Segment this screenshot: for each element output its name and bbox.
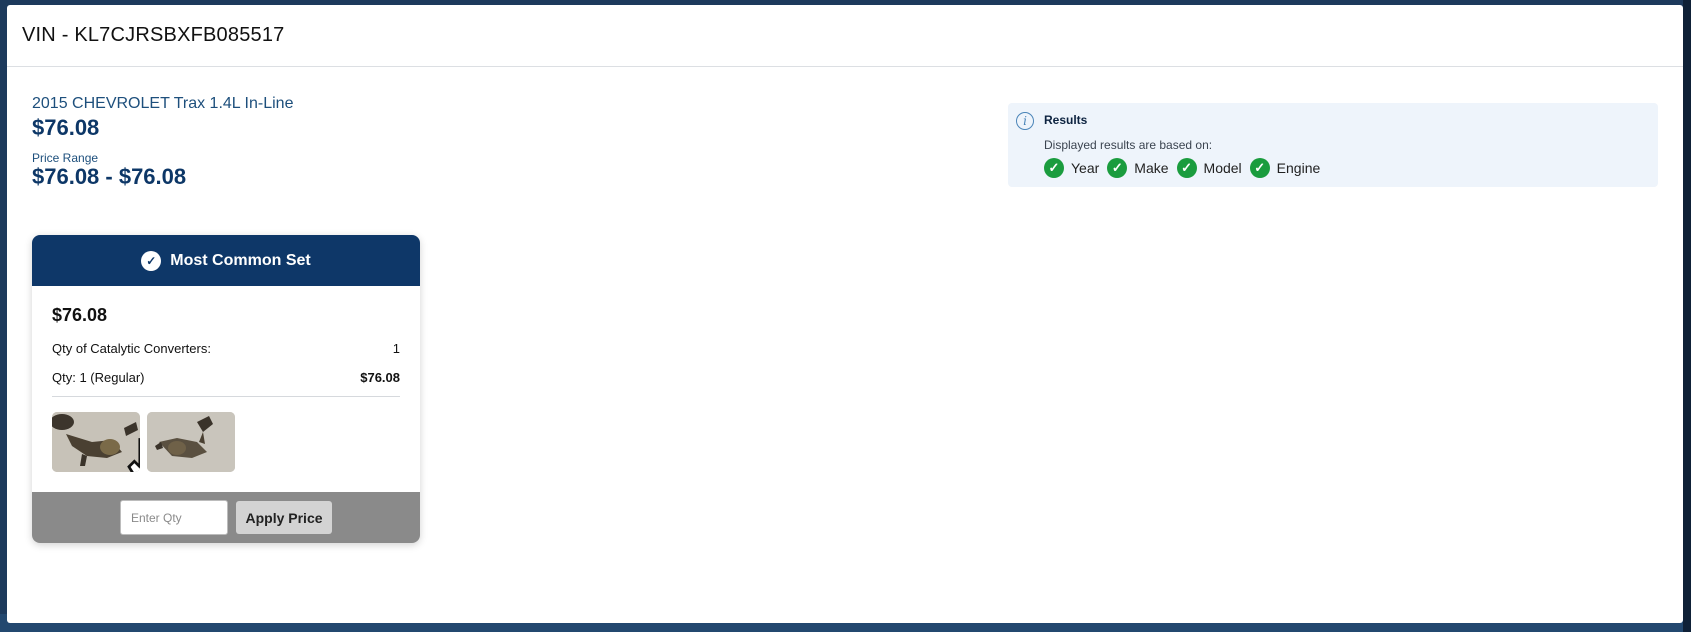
catalytic-converter-photo-2 <box>147 412 235 472</box>
check-icon: ✓ <box>1044 158 1064 178</box>
criterion-make: ✓ Make <box>1107 158 1169 178</box>
criterion-label: Model <box>1203 160 1242 176</box>
price-range-label: Price Range <box>32 151 99 165</box>
card-header: ✓ Most Common Set <box>32 235 420 286</box>
check-icon: ✓ <box>1249 158 1270 178</box>
criterion-label: Year <box>1071 160 1100 176</box>
check-circle-icon: ✓ <box>141 250 162 271</box>
check-icon: ✓ <box>1176 158 1197 178</box>
qty-converters-value: 1 <box>392 341 400 356</box>
qty-input[interactable] <box>120 500 228 535</box>
converter-thumbnail-1[interactable] <box>52 412 140 472</box>
criterion-year: ✓ Year <box>1044 158 1099 178</box>
check-icon: ✓ <box>1107 158 1128 178</box>
converter-thumbnail-2[interactable] <box>147 412 235 472</box>
divider <box>52 396 400 397</box>
results-criteria: ✓ Year ✓ Make ✓ Model ✓ Engine <box>1044 158 1328 178</box>
apply-price-button[interactable]: Apply Price <box>236 501 332 534</box>
modal-header: VIN - KL7CJRSBXFB085517 <box>7 5 1683 67</box>
line-item-row: Qty: 1 (Regular) $76.08 <box>52 370 400 385</box>
results-subtitle: Displayed results are based on: <box>1044 138 1213 152</box>
criterion-label: Make <box>1134 160 1169 176</box>
results-title: Results <box>1044 113 1088 127</box>
criterion-label: Engine <box>1276 160 1321 176</box>
hand-cursor-icon <box>127 438 140 472</box>
set-price: $76.08 <box>52 305 108 325</box>
criterion-engine: ✓ Engine <box>1249 158 1321 178</box>
card-header-title: Most Common Set <box>170 251 311 269</box>
price-range-value: $76.08 - $76.08 <box>32 164 187 189</box>
criterion-model: ✓ Model <box>1176 158 1242 178</box>
vehicle-price: $76.08 <box>32 115 100 140</box>
modal-title: VIN - KL7CJRSBXFB085517 <box>22 24 285 46</box>
qty-converters-label: Qty of Catalytic Converters: <box>52 341 211 356</box>
vin-modal: VIN - KL7CJRSBXFB085517 2015 CHEVROLET T… <box>7 5 1683 623</box>
line-item-label: Qty: 1 (Regular) <box>52 370 145 385</box>
card-body: $76.08 Qty of Catalytic Converters: 1 Qt… <box>32 286 420 492</box>
results-panel: i Results Displayed results are based on… <box>1008 103 1658 187</box>
vehicle-title: 2015 CHEVROLET Trax 1.4L In-Line <box>32 95 294 112</box>
scrollbar[interactable] <box>1683 0 1691 632</box>
card-footer: Apply Price <box>32 492 420 543</box>
qty-converters-row: Qty of Catalytic Converters: 1 <box>52 341 400 356</box>
line-item-value: $76.08 <box>360 370 400 385</box>
info-icon: i <box>1016 112 1034 130</box>
most-common-set-card: ✓ Most Common Set $76.08 Qty of Catalyti… <box>32 235 420 543</box>
